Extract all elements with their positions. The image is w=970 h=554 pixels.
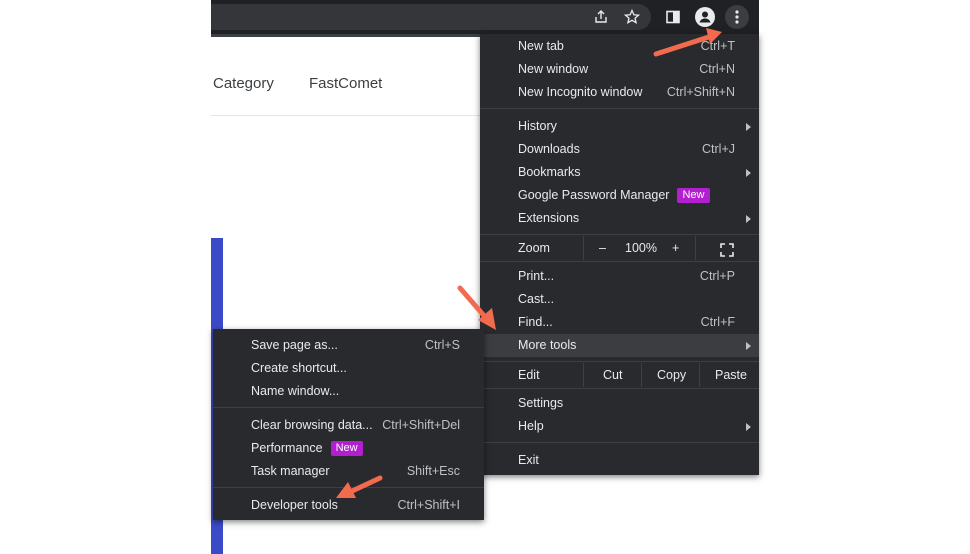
edit-separator (699, 363, 700, 387)
menu-item-zoom: Zoom – 100% + (480, 236, 759, 260)
menu-item-help[interactable]: Help (480, 415, 759, 438)
submenu-arrow-icon (746, 215, 751, 223)
star-icon[interactable] (621, 6, 643, 28)
menu-item-exit[interactable]: Exit (480, 449, 759, 472)
new-badge: New (330, 441, 363, 456)
chrome-main-menu: New tab Ctrl+T New window Ctrl+N New Inc… (480, 34, 759, 475)
submenu-item-name-window[interactable]: Name window... (213, 380, 484, 403)
annotation-arrow-icon (336, 475, 383, 498)
menu-separator (480, 361, 759, 362)
zoom-out-button[interactable]: – (599, 236, 606, 260)
submenu-item-save-page[interactable]: Save page as... Ctrl+S (213, 334, 484, 357)
password-manager-label: Google Password Manager (518, 188, 670, 202)
submenu-item-clear-browsing-data[interactable]: Clear browsing data... Ctrl+Shift+Del (213, 414, 484, 437)
menu-item-password-manager[interactable]: Google Password Manager New (480, 184, 759, 207)
edit-separator (583, 363, 584, 387)
menu-separator (480, 108, 759, 109)
address-bar[interactable] (211, 4, 651, 30)
new-badge: New (677, 188, 710, 203)
menu-item-settings[interactable]: Settings (480, 392, 759, 415)
menu-item-print[interactable]: Print... Ctrl+P (480, 265, 759, 288)
menu-item-bookmarks[interactable]: Bookmarks (480, 161, 759, 184)
menu-item-edit: Edit Cut Copy Paste (480, 363, 759, 387)
menu-item-more-tools[interactable]: More tools (480, 334, 759, 357)
submenu-item-performance[interactable]: Performance New (213, 437, 484, 460)
edit-separator (641, 363, 642, 387)
menu-separator (480, 388, 759, 389)
nav-link-fastcomet[interactable]: FastComet (309, 75, 382, 92)
nav-link-category[interactable]: Category (213, 75, 274, 92)
zoom-in-button[interactable]: + (672, 236, 679, 260)
submenu-item-create-shortcut[interactable]: Create shortcut... (213, 357, 484, 380)
menu-item-new-incognito-window[interactable]: New Incognito window Ctrl+Shift+N (480, 81, 759, 104)
zoom-level: 100% (625, 241, 657, 255)
paste-button[interactable]: Paste (715, 363, 747, 387)
menu-item-extensions[interactable]: Extensions (480, 207, 759, 230)
copy-button[interactable]: Copy (657, 363, 686, 387)
submenu-arrow-icon (746, 123, 751, 131)
annotation-arrow-icon (653, 28, 722, 57)
fullscreen-icon[interactable] (720, 241, 734, 257)
menu-item-downloads[interactable]: Downloads Ctrl+J (480, 138, 759, 161)
menu-item-history[interactable]: History (480, 115, 759, 138)
annotation-arrow-icon (457, 285, 496, 330)
menu-separator (480, 442, 759, 443)
page-divider (211, 115, 481, 116)
zoom-separator (695, 236, 696, 260)
menu-separator (480, 234, 759, 235)
menu-separator (480, 261, 759, 262)
share-icon[interactable] (590, 6, 612, 28)
menu-separator (213, 407, 484, 408)
submenu-arrow-icon (746, 342, 751, 350)
performance-label: Performance (251, 441, 323, 455)
cut-button[interactable]: Cut (603, 363, 622, 387)
submenu-arrow-icon (746, 423, 751, 431)
menu-item-cast[interactable]: Cast... (480, 288, 759, 311)
menu-item-find[interactable]: Find... Ctrl+F (480, 311, 759, 334)
submenu-arrow-icon (746, 169, 751, 177)
zoom-separator (583, 236, 584, 260)
